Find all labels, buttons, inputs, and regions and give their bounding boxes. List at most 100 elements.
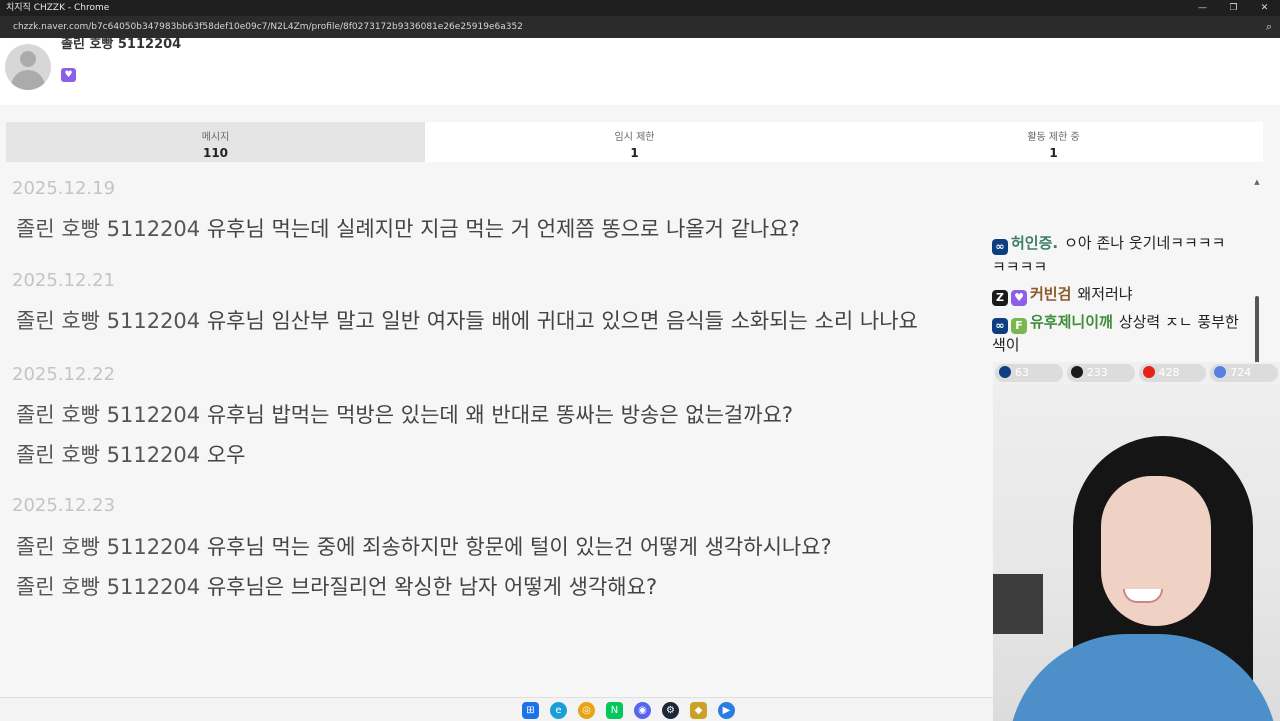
message-separator xyxy=(200,403,207,427)
message-text: 오우 xyxy=(206,443,246,467)
window-titlebar: 치지직 CHZZK - Chrome — ❐ ✕ xyxy=(0,0,1280,16)
zoom-icon[interactable]: ⌕ xyxy=(1266,16,1272,38)
message-text: 유후님은 브라질리언 왁싱한 남자 어떻게 생각해요? xyxy=(206,575,658,599)
message-row: 졸린 호빵 5112204 오우 xyxy=(16,439,245,469)
message-username: 졸린 호빵 5112204 xyxy=(16,575,201,599)
message-date: 2025.12.22 xyxy=(12,364,116,385)
restore-button[interactable]: ❐ xyxy=(1218,0,1249,16)
tab-temp-restriction[interactable]: 임시 제한 1 xyxy=(425,122,844,162)
message-row: 졸린 호빵 5112204 유후님 먹는데 실례지만 지금 먹는 거 언제쯤 똥… xyxy=(16,213,800,243)
avatar xyxy=(5,44,51,90)
chat-username: 허인증. xyxy=(1011,234,1059,252)
chat-username: 커빈검 xyxy=(1030,285,1072,303)
viewer-pill-z: 233 xyxy=(1066,364,1135,382)
chat-username: 유후제니이깨 xyxy=(1030,313,1113,331)
message-username: 졸린 호빵 5112204 xyxy=(16,535,201,559)
heart-badge-icon: ♥ xyxy=(1011,290,1027,306)
message-separator xyxy=(200,443,207,467)
stats-tabs: 메시지 110 임시 제한 1 활동 제한 중 1 xyxy=(6,122,1263,162)
chrome-icon[interactable]: ◎ xyxy=(578,702,595,719)
viewer-counts: 63 233 428 724 xyxy=(993,362,1280,384)
tab-label: 임시 제한 xyxy=(614,132,655,143)
tab-label: 메시지 xyxy=(201,132,230,143)
message-row: 졸린 호빵 5112204 유후님 먹는 중에 죄송하지만 항문에 털이 있는건… xyxy=(16,531,832,561)
message-text: 유후님 밥먹는 먹방은 있는데 왜 반대로 똥싸는 방송은 없는걸까요? xyxy=(206,403,794,427)
taskbar: ⊞ e ◎ N ◉ ⚙ ◆ ▶ xyxy=(0,697,993,721)
message-text: 유후님 먹는 중에 죄송하지만 항문에 털이 있는건 어떻게 생각하시나요? xyxy=(206,535,832,559)
tab-active-restriction[interactable]: 활동 제한 중 1 xyxy=(844,122,1263,162)
windows-start-icon[interactable]: ⊞ xyxy=(522,702,539,719)
message-separator xyxy=(200,217,207,241)
chzzk-icon: ∞ xyxy=(992,318,1008,334)
viewer-pill-chzzk: 63 xyxy=(995,364,1063,382)
message-row: 졸린 호빵 5112204 유후님은 브라질리언 왁싱한 남자 어떻게 생각해요… xyxy=(16,571,657,601)
chat-line: ∞ 허인증. ㅇ아 존나 웃기네ㅋㅋㅋㅋ xyxy=(992,232,1225,255)
tab-count: 110 xyxy=(202,146,229,160)
close-button[interactable]: ✕ xyxy=(1249,0,1280,16)
webcam-feed xyxy=(993,384,1280,721)
viewer-count: 724 xyxy=(1230,366,1252,379)
f-badge-icon: F xyxy=(1011,318,1027,334)
viewer-count: 63 xyxy=(1015,366,1029,379)
background-piano-shape xyxy=(993,574,1043,634)
youtube-icon xyxy=(1142,366,1155,378)
z-platform-icon xyxy=(1070,366,1083,378)
chat-text: 상상력 ㅈㄴ 풍부한 xyxy=(1118,313,1239,331)
message-date: 2025.12.23 xyxy=(12,495,116,516)
window-controls: — ❐ ✕ xyxy=(1187,0,1280,16)
chat-text: ㅋㅋㅋㅋ xyxy=(992,258,1048,276)
scroll-up-icon[interactable]: ▲ xyxy=(1253,178,1261,186)
url-text[interactable]: chzzk.naver.com/b7c64050b347983bb63f58de… xyxy=(13,16,523,38)
edge-icon[interactable]: e xyxy=(550,702,567,719)
message-date: 2025.12.19 xyxy=(12,178,116,199)
media-icon[interactable]: ▶ xyxy=(718,702,735,719)
viewer-count: 428 xyxy=(1158,366,1180,379)
message-history-panel: 2025.12.19 졸린 호빵 5112204 유후님 먹는데 실례지만 지금 … xyxy=(0,105,993,697)
heart-badge-icon: ♥ xyxy=(61,68,76,82)
minimize-button[interactable]: — xyxy=(1187,0,1218,16)
message-username: 졸린 호빵 5112204 xyxy=(16,403,201,427)
message-separator xyxy=(200,309,207,333)
avatar-head-shape xyxy=(20,51,36,67)
chat-line: Z ♥ 커빈검 왜저러냐 xyxy=(992,283,1133,306)
naver-icon[interactable]: N xyxy=(606,702,623,719)
message-row: 졸린 호빵 5112204 유후님 임산부 말고 일반 여자들 배에 귀대고 있… xyxy=(16,305,918,335)
message-text: 유후님 임산부 말고 일반 여자들 배에 귀대고 있으면 음식들 소화되는 소리… xyxy=(206,309,918,333)
window-title: 치지직 CHZZK - Chrome xyxy=(6,3,110,13)
tab-count: 1 xyxy=(1049,146,1058,160)
message-row: 졸린 호빵 5112204 유후님 밥먹는 먹방은 있는데 왜 반대로 똥싸는 … xyxy=(16,399,793,429)
viewer-pill-other: 724 xyxy=(1210,364,1278,382)
message-username: 졸린 호빵 5112204 xyxy=(16,217,201,241)
chat-text: ㅇ아 존나 웃기네ㅋㅋㅋㅋ xyxy=(1064,234,1226,252)
message-separator xyxy=(200,575,207,599)
taskbar-icons: ⊞ e ◎ N ◉ ⚙ ◆ ▶ xyxy=(522,702,735,719)
z-platform-icon: Z xyxy=(992,290,1008,306)
tab-label: 활동 제한 중 xyxy=(1027,132,1080,143)
chat-line: ∞ F 유후제니이깨 상상력 ㅈㄴ 풍부한 xyxy=(992,311,1239,334)
message-date: 2025.12.21 xyxy=(12,270,116,291)
chat-line-continuation: 색이 xyxy=(992,334,1020,355)
chat-line-continuation: ㅋㅋㅋㅋ xyxy=(992,256,1047,277)
chat-text: 색이 xyxy=(992,336,1020,354)
profile-nickname: 졸린 호빵 5112204 xyxy=(61,38,182,52)
message-separator xyxy=(200,535,207,559)
chat-text: 왜저러냐 xyxy=(1077,285,1133,303)
address-bar[interactable]: chzzk.naver.com/b7c64050b347983bb63f58de… xyxy=(0,16,1280,38)
chzzk-icon xyxy=(999,366,1011,378)
tab-messages[interactable]: 메시지 110 xyxy=(6,122,425,162)
steam-icon[interactable]: ⚙ xyxy=(662,702,679,719)
streamer-face-shape xyxy=(1101,476,1211,626)
avatar-body-shape xyxy=(11,70,45,90)
viewer-count: 233 xyxy=(1086,366,1108,379)
viewer-pill-youtube: 428 xyxy=(1138,364,1207,382)
message-username: 졸린 호빵 5112204 xyxy=(16,443,201,467)
message-username: 졸린 호빵 5112204 xyxy=(16,309,201,333)
message-text: 유후님 먹는데 실례지만 지금 먹는 거 언제쯤 똥으로 나올거 같나요? xyxy=(206,217,800,241)
app-icon[interactable]: ◆ xyxy=(690,702,707,719)
profile-header: 졸린 호빵 5112204 ♥ xyxy=(0,38,1280,105)
platform-icon xyxy=(1214,366,1227,378)
discord-icon[interactable]: ◉ xyxy=(634,702,651,719)
chat-overlay: ∞ 허인증. ㅇ아 존나 웃기네ㅋㅋㅋㅋ ㅋㅋㅋㅋ Z ♥ 커빈검 왜저러냐 ∞ F 유후제니… xyxy=(990,210,1280,360)
tab-count: 1 xyxy=(630,146,639,160)
chzzk-icon: ∞ xyxy=(992,239,1008,255)
